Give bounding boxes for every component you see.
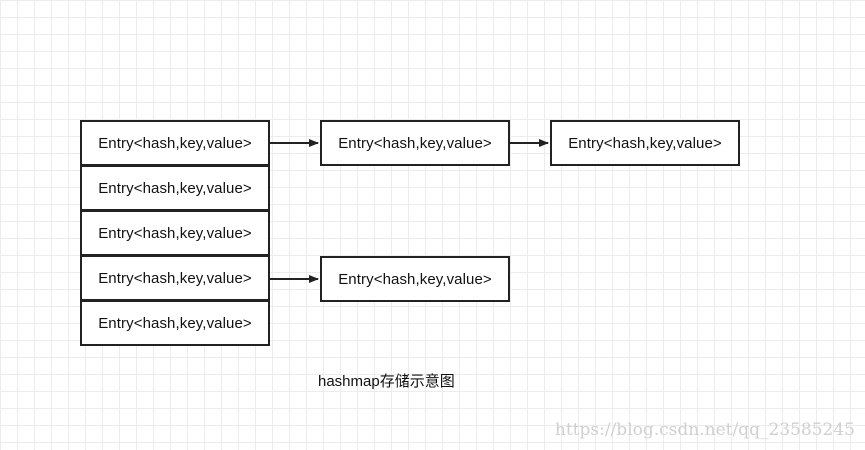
watermark-url: https://blog.csdn.net/qq_23585245 <box>554 420 855 440</box>
bucket-entry: Entry<hash,key,value> <box>80 255 270 301</box>
bucket-entry: Entry<hash,key,value> <box>80 120 270 166</box>
bucket-entry: Entry<hash,key,value> <box>80 300 270 346</box>
chain-entry: Entry<hash,key,value> <box>320 256 510 302</box>
hashmap-diagram: Entry<hash,key,value> Entry<hash,key,val… <box>0 0 865 450</box>
chain-entry: Entry<hash,key,value> <box>320 120 510 166</box>
diagram-caption: hashmap存储示意图 <box>318 373 455 390</box>
bucket-array: Entry<hash,key,value> Entry<hash,key,val… <box>80 120 270 346</box>
bucket-entry: Entry<hash,key,value> <box>80 210 270 256</box>
bucket-entry: Entry<hash,key,value> <box>80 165 270 211</box>
chain-entry: Entry<hash,key,value> <box>550 120 740 166</box>
